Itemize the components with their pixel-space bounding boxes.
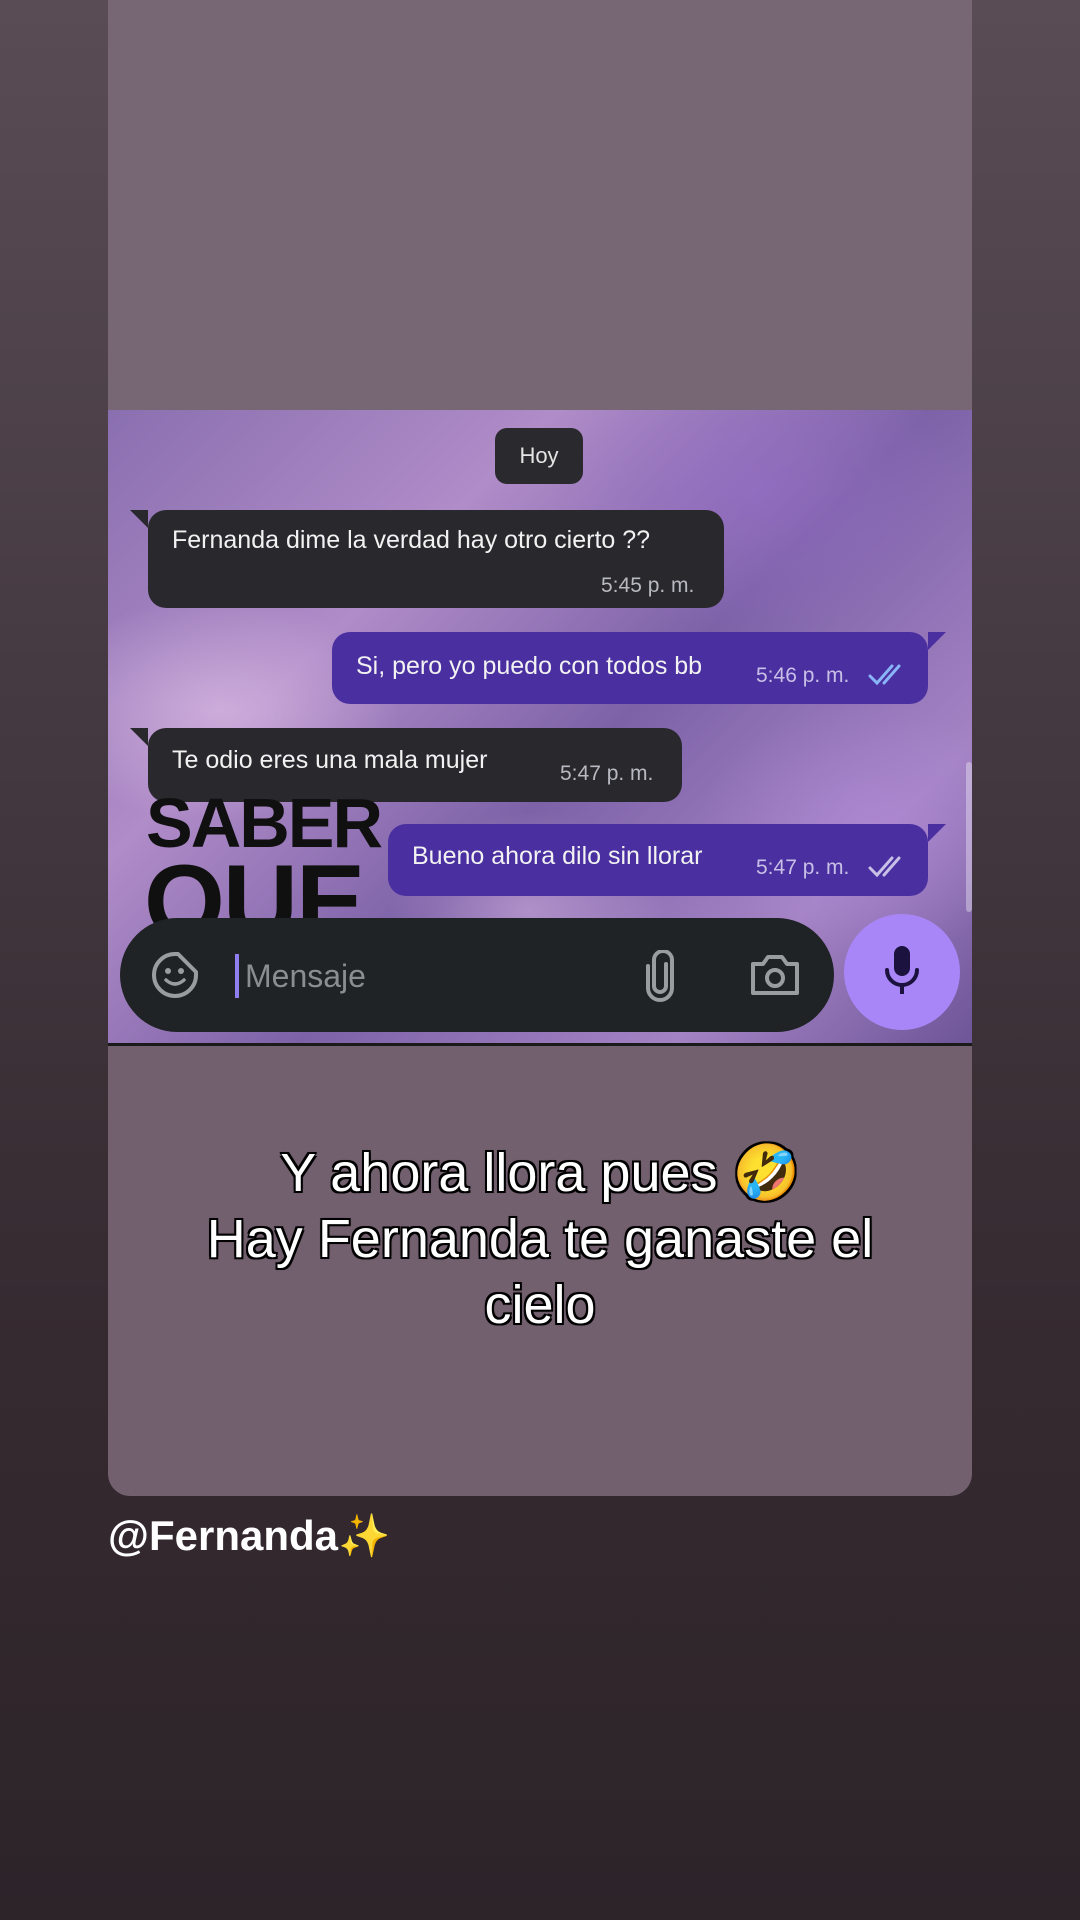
message-bubble-incoming[interactable]: Fernanda dime la verdad hay otro cierto … (148, 510, 724, 608)
video-card: Hoy Fernanda dime la verdad hay otro cie… (108, 0, 972, 1496)
message-text: Fernanda dime la verdad hay otro cierto … (172, 526, 651, 554)
microphone-icon (885, 946, 919, 994)
message-bubble-outgoing[interactable]: Si, pero yo puedo con todos bb 5:46 p. m… (332, 632, 928, 704)
caption-line-1: Y ahora llora pues 🤣 (279, 1142, 801, 1204)
message-time: 5:45 p. m. (601, 574, 695, 597)
attachment-icon[interactable] (640, 950, 680, 1002)
chat-scrollbar[interactable] (966, 762, 972, 912)
bubble-tail (130, 728, 148, 746)
chat-screenshot: Hoy Fernanda dime la verdad hay otro cie… (108, 410, 972, 1046)
message-input-placeholder[interactable]: Mensaje (245, 958, 366, 995)
read-receipt-icon (868, 664, 901, 686)
message-time: 5:47 p. m. (560, 762, 654, 785)
bubble-tail (130, 510, 148, 528)
text-cursor (235, 954, 239, 998)
caption-line-2: Hay Fernanda te ganaste el (206, 1208, 874, 1270)
message-time: 5:47 p. m. (756, 856, 850, 879)
bubble-tail (928, 824, 946, 842)
author-username[interactable]: @Fernanda✨ (108, 1512, 390, 1561)
message-bubble-outgoing[interactable]: Bueno ahora dilo sin llorar 5:47 p. m. (388, 824, 928, 896)
voice-message-button[interactable] (844, 914, 960, 1030)
read-receipt-icon (868, 856, 901, 878)
card-top-area (108, 0, 972, 410)
camera-icon[interactable] (748, 952, 802, 998)
message-text: Te odio eres una mala mujer (172, 746, 488, 774)
message-text: Si, pero yo puedo con todos bb (356, 652, 703, 680)
video-caption: Y ahora llora pues 🤣 Hay Fernanda te gan… (108, 1140, 972, 1338)
date-separator: Hoy (495, 428, 583, 484)
message-time: 5:46 p. m. (756, 664, 850, 687)
caption-line-3: cielo (483, 1274, 596, 1336)
message-input-bar[interactable]: Mensaje (120, 918, 834, 1032)
bubble-tail (928, 632, 946, 650)
sticker-icon[interactable] (150, 950, 200, 1000)
message-text: Bueno ahora dilo sin llorar (412, 842, 703, 870)
